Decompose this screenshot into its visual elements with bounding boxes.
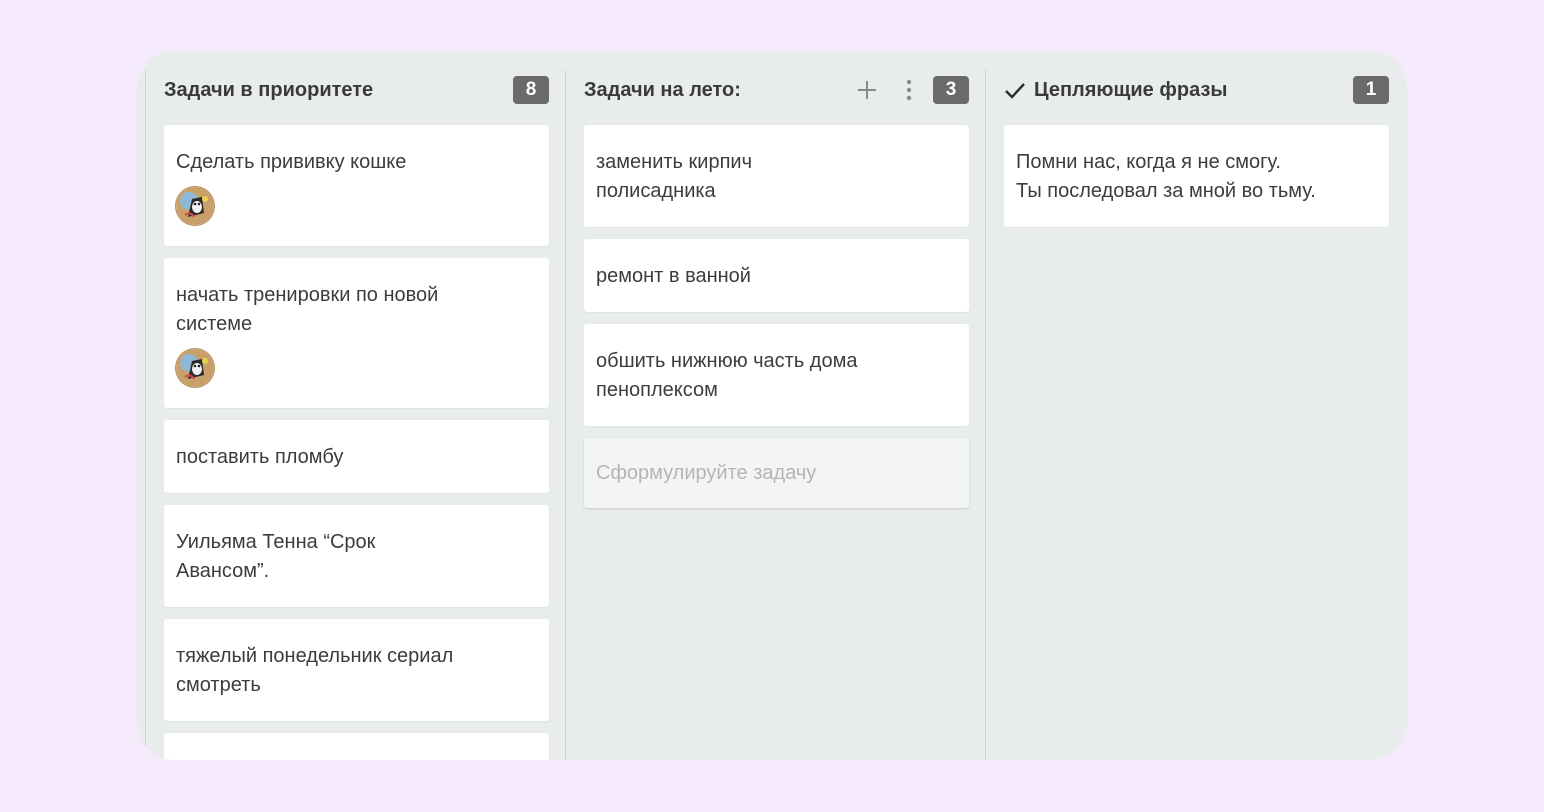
task-card-text: ремонт в ванной: [596, 265, 751, 287]
task-card-text: обшить нижнюю часть дома пеноплексом: [596, 350, 858, 401]
column-priority: Задачи в приоритете 8 Сделать прививку к…: [145, 70, 566, 760]
task-card[interactable]: Помни нас, когда я не смогу. Ты последов…: [1004, 125, 1389, 227]
task-card-text: начать тренировки по новой системе: [176, 284, 439, 335]
task-card[interactable]: поставить пломбу: [164, 420, 549, 493]
task-card-text: тяжелый понедельник сериал смотреть: [176, 645, 454, 696]
plus-icon[interactable]: [853, 76, 881, 104]
task-card[interactable]: начать тренировки по новой системе: [164, 258, 549, 408]
checkmark-icon: [1004, 79, 1026, 101]
more-vertical-icon[interactable]: [895, 76, 923, 104]
card-list: заменить кирпич полисадника ремонт в ван…: [584, 125, 969, 520]
column-title: Цепляющие фразы: [1034, 78, 1228, 101]
column-header: Задачи на лето: 3: [584, 70, 969, 110]
task-card[interactable]: Уильяма Тенна “Срок Авансом”.: [164, 505, 549, 607]
cat-avatar-icon[interactable]: [176, 349, 214, 387]
column-phrases: Цепляющие фразы 1 Помни нас, когда я не …: [985, 70, 1406, 760]
column-title-wrap[interactable]: Цепляющие фразы: [1004, 79, 1353, 102]
new-task-input[interactable]: [596, 462, 957, 485]
card-list: Помни нас, когда я не смогу. Ты последов…: [1004, 125, 1389, 239]
task-card-text: Сделать прививку кошке: [176, 151, 407, 173]
card-count-badge: 8: [513, 76, 549, 104]
task-card-text: поставить пломбу: [176, 446, 344, 468]
column-title[interactable]: Задачи в приоритете: [164, 79, 513, 102]
task-card-partial[interactable]: [164, 733, 549, 760]
task-card-text: Уильяма Тенна “Срок Авансом”.: [176, 531, 376, 582]
card-count-badge: 1: [1353, 76, 1389, 104]
column-summer: Задачи на лето: 3 заменить кирпич полиса…: [565, 70, 986, 760]
new-task-card[interactable]: [584, 438, 969, 508]
task-card[interactable]: ремонт в ванной: [584, 239, 969, 312]
task-card[interactable]: тяжелый понедельник сериал смотреть: [164, 619, 549, 721]
task-card[interactable]: Сделать прививку кошке: [164, 125, 549, 246]
card-count-badge: 3: [933, 76, 969, 104]
task-card[interactable]: обшить нижнюю часть дома пеноплексом: [584, 324, 969, 426]
column-title[interactable]: Задачи на лето:: [584, 79, 853, 102]
column-header: Цепляющие фразы 1: [1004, 70, 1389, 110]
kanban-board: Задачи в приоритете 8 Сделать прививку к…: [137, 50, 1407, 760]
card-list: Сделать прививку кошке начать тренировки…: [164, 125, 549, 760]
column-header: Задачи в приоритете 8: [164, 70, 549, 110]
task-card-text: Помни нас, когда я не смогу. Ты последов…: [1016, 151, 1316, 202]
task-card[interactable]: заменить кирпич полисадника: [584, 125, 969, 227]
cat-avatar-icon[interactable]: [176, 187, 214, 225]
task-card-text: заменить кирпич полисадника: [596, 151, 752, 202]
